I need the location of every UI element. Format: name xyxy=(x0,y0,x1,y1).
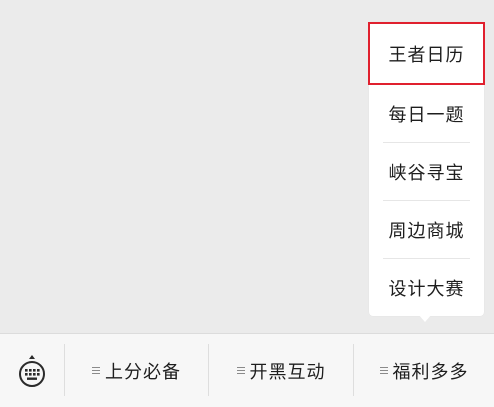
submenu-item-daily-question[interactable]: 每日一题 xyxy=(369,85,484,143)
submenu-item-shop[interactable]: 周边商城 xyxy=(369,201,484,259)
submenu-item-label: 设计大赛 xyxy=(388,279,465,300)
menu-button-benefits[interactable]: 福利多多 xyxy=(354,334,494,407)
menu-button-team-up[interactable]: 开黑互动 xyxy=(209,334,353,407)
menu-lines-icon xyxy=(379,365,388,376)
menu-button-label: 开黑互动 xyxy=(249,361,326,383)
menu-lines-icon xyxy=(236,365,245,376)
menu-button-label: 福利多多 xyxy=(392,361,469,383)
submenu-pointer xyxy=(418,314,432,322)
keyboard-icon xyxy=(17,353,47,389)
submenu-item-calendar[interactable]: 王者日历 xyxy=(368,22,485,85)
submenu-item-label: 周边商城 xyxy=(388,221,465,242)
menu-button-label: 上分必备 xyxy=(105,361,181,383)
bottom-menu-bar: 上分必备 开黑互动 福利多多 xyxy=(0,333,494,407)
submenu-item-label: 王者日历 xyxy=(388,44,465,66)
submenu-item-treasure-hunt[interactable]: 峡谷寻宝 xyxy=(369,143,484,201)
menu-button-rank-up[interactable]: 上分必备 xyxy=(65,334,208,407)
submenu-popup: 王者日历 每日一题 峡谷寻宝 周边商城 设计大赛 xyxy=(368,22,485,317)
keyboard-toggle-button[interactable] xyxy=(0,334,64,407)
submenu-item-design-contest[interactable]: 设计大赛 xyxy=(369,259,484,317)
menu-lines-icon xyxy=(92,365,100,376)
submenu-item-label: 每日一题 xyxy=(388,105,465,126)
submenu-item-label: 峡谷寻宝 xyxy=(388,163,465,184)
